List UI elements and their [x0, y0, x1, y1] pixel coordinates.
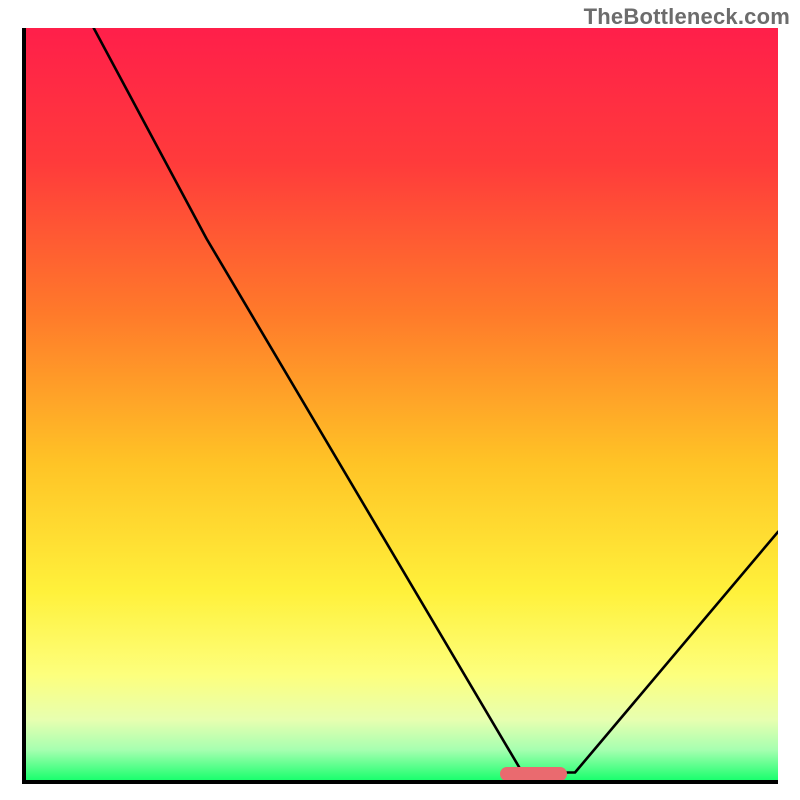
- watermark-text: TheBottleneck.com: [584, 4, 790, 30]
- chart-frame: TheBottleneck.com: [0, 0, 800, 800]
- chart-axes: [22, 28, 778, 784]
- optimal-range-marker: [500, 767, 568, 780]
- plot-area: [26, 28, 778, 780]
- bottleneck-curve: [26, 28, 778, 780]
